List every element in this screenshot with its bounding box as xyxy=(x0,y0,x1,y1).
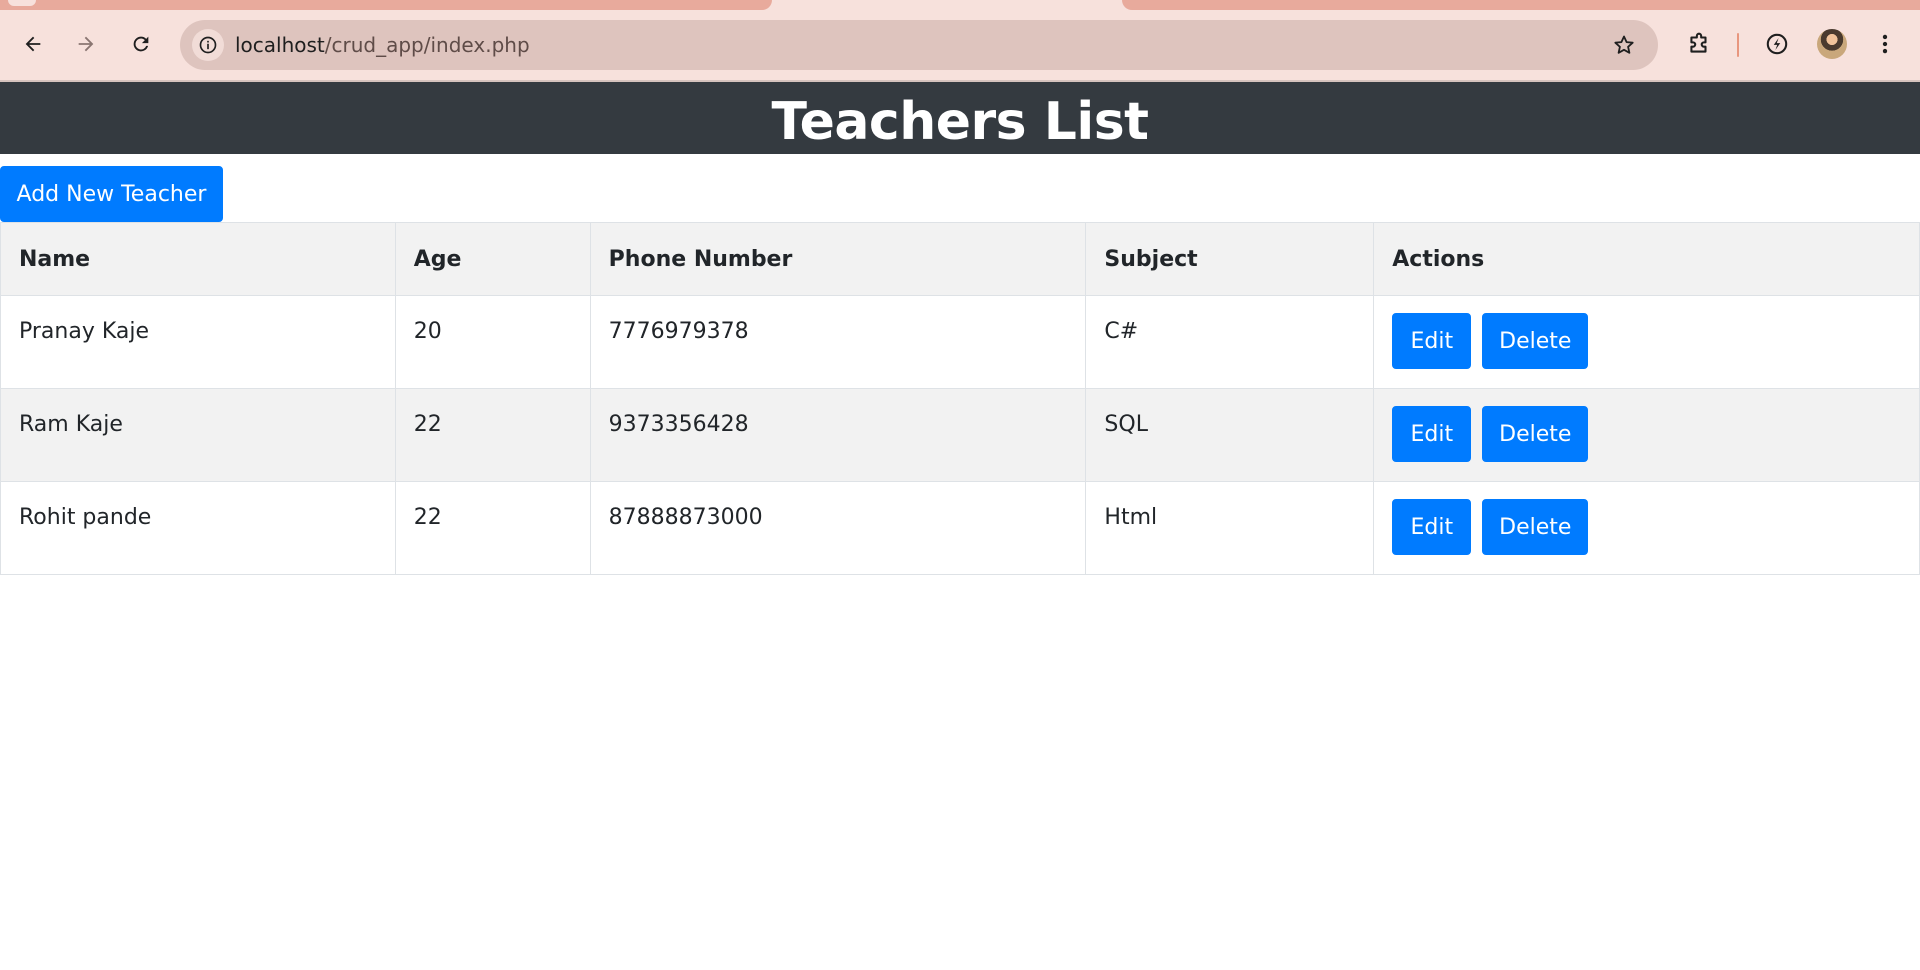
cell-age: 22 xyxy=(394,388,591,482)
browser-menu-button[interactable] xyxy=(1867,26,1903,62)
reload-button[interactable] xyxy=(121,24,161,64)
toolbar-area: Add New Teacher xyxy=(0,154,1920,222)
chrome-divider xyxy=(0,80,1920,82)
performance-icon xyxy=(1766,33,1788,55)
teachers-table: Name Age Phone Number Subject Actions Pr… xyxy=(0,222,1920,575)
url-text[interactable]: localhost/crud_app/index.php xyxy=(235,33,530,57)
cell-phone: 7776979378 xyxy=(589,295,1087,389)
cell-age: 20 xyxy=(394,295,591,389)
cell-actions: Edit Delete xyxy=(1373,481,1920,575)
info-icon xyxy=(199,36,217,54)
column-header-phone: Phone Number xyxy=(589,222,1087,296)
toolbar-divider xyxy=(1737,33,1739,57)
kebab-menu-icon xyxy=(1882,34,1888,54)
arrow-right-icon xyxy=(78,36,94,52)
add-teacher-button[interactable]: Add New Teacher xyxy=(0,166,223,222)
reload-icon xyxy=(133,36,149,52)
cell-name: Pranay Kaje xyxy=(0,295,396,389)
site-info-button[interactable] xyxy=(192,29,224,61)
cell-subject: C# xyxy=(1085,295,1375,389)
table-row: Pranay Kaje 20 7776979378 C# Edit Delete xyxy=(0,295,1920,389)
browser-chrome: localhost/crud_app/index.php xyxy=(0,0,1920,82)
table-row: Ram Kaje 22 9373356428 SQL Edit Delete xyxy=(0,388,1920,482)
address-bar[interactable]: localhost/crud_app/index.php xyxy=(180,20,1658,70)
column-header-name: Name xyxy=(0,222,396,296)
table-body: Pranay Kaje 20 7776979378 C# Edit Delete… xyxy=(0,295,1920,575)
cell-actions: Edit Delete xyxy=(1373,388,1920,482)
browser-tab[interactable] xyxy=(1122,0,1920,10)
column-header-age: Age xyxy=(394,222,591,296)
cell-phone: 87888873000 xyxy=(589,481,1087,575)
tab-strip xyxy=(0,0,1920,10)
back-button[interactable] xyxy=(13,24,53,64)
column-header-subject: Subject xyxy=(1085,222,1375,296)
cell-name: Rohit pande xyxy=(0,481,396,575)
forward-button[interactable] xyxy=(66,24,106,64)
cell-age: 22 xyxy=(394,481,591,575)
url-host: localhost xyxy=(235,33,325,57)
browser-toolbar: localhost/crud_app/index.php xyxy=(0,18,1920,74)
header-row: Name Age Phone Number Subject Actions xyxy=(0,222,1920,296)
cell-actions: Edit Delete xyxy=(1373,295,1920,389)
arrow-left-icon xyxy=(25,36,41,52)
delete-button[interactable]: Delete xyxy=(1482,499,1589,555)
url-path: /crud_app/index.php xyxy=(324,33,530,57)
extensions-button[interactable] xyxy=(1681,26,1717,62)
cell-subject: Html xyxy=(1085,481,1375,575)
table-header: Name Age Phone Number Subject Actions xyxy=(0,222,1920,296)
cell-phone: 9373356428 xyxy=(589,388,1087,482)
column-header-actions: Actions xyxy=(1373,222,1920,296)
puzzle-icon xyxy=(1690,32,1707,53)
avatar[interactable] xyxy=(1817,29,1847,59)
cell-subject: SQL xyxy=(1085,388,1375,482)
table-row: Rohit pande 22 87888873000 Html Edit Del… xyxy=(0,481,1920,575)
delete-button[interactable]: Delete xyxy=(1482,313,1589,369)
page-title: Teachers List xyxy=(771,92,1150,152)
tab-notch xyxy=(8,0,36,6)
performance-button[interactable] xyxy=(1759,26,1795,62)
edit-button[interactable]: Edit xyxy=(1392,406,1472,462)
edit-button[interactable]: Edit xyxy=(1392,313,1472,369)
bookmark-button[interactable] xyxy=(1610,31,1638,59)
delete-button[interactable]: Delete xyxy=(1482,406,1589,462)
star-icon xyxy=(1614,35,1634,54)
cell-name: Ram Kaje xyxy=(0,388,396,482)
edit-button[interactable]: Edit xyxy=(1392,499,1472,555)
page-header: Teachers List xyxy=(0,82,1920,154)
browser-tab[interactable] xyxy=(0,0,772,10)
